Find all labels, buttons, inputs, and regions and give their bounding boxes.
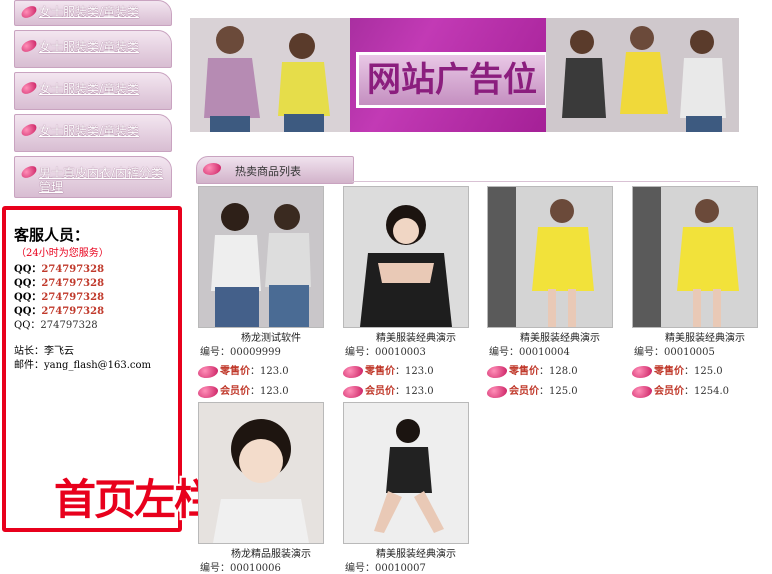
service-title: 客服人员： [14, 226, 90, 244]
banner-model-image [546, 18, 739, 132]
retail-price: 零售价：123.0 [198, 362, 289, 378]
product-name[interactable]: 精美服装经典演示 [343, 545, 489, 560]
category-label[interactable]: 女士服装类/童装类 [39, 124, 167, 138]
category-item[interactable]: 女士服装类/童装类 [14, 0, 172, 26]
product-name[interactable]: 精美服装经典演示 [632, 329, 772, 344]
retail-price: 零售价：125.0 [632, 362, 723, 378]
banner-model-image [190, 18, 350, 132]
member-price: 会员价：123.0 [343, 382, 434, 398]
leaf-bullet-icon [19, 122, 39, 138]
price-tag-icon [198, 365, 218, 378]
leaf-bullet-icon [19, 38, 39, 54]
category-label[interactable]: 女士服装类/童装类 [39, 40, 167, 54]
category-label[interactable]: 女士服装类/童装类 [39, 82, 167, 96]
ad-banner[interactable]: 网站广告位 [190, 18, 739, 132]
price-tag-icon [343, 365, 363, 378]
product-image[interactable] [632, 186, 758, 328]
qq-contact[interactable]: QQ：274797328 [14, 274, 104, 289]
product-sku: 编号：00010004 [489, 347, 570, 358]
price-tag-icon [198, 385, 218, 398]
category-label[interactable]: 男士真皮内衣/内裤分类管理 [39, 166, 167, 194]
product-sku: 编号：00010007 [345, 563, 426, 574]
product-image[interactable] [198, 402, 324, 544]
leaf-bullet-icon [203, 163, 221, 175]
product-name[interactable]: 杨龙测试软件 [198, 329, 344, 344]
product-card[interactable]: 精美服装经典演示 编号：00010003 零售价：123.0 会员价：123.0 [343, 186, 489, 398]
price-tag-icon [632, 385, 652, 398]
member-price: 会员价：1254.0 [632, 382, 729, 398]
qq-contact[interactable]: QQ：274797328 [14, 288, 104, 303]
qq-contact[interactable]: QQ：274797328 [14, 260, 104, 275]
product-image[interactable] [487, 186, 613, 328]
product-card[interactable]: 精美服装经典演示 编号：00010004 零售价：128.0 会员价：125.0 [487, 186, 633, 398]
price-tag-icon [343, 385, 363, 398]
leaf-bullet-icon [19, 80, 39, 96]
category-item[interactable]: 女士服装类/童装类 [14, 72, 172, 110]
product-name[interactable]: 杨龙精品服装演示 [198, 545, 344, 560]
product-image[interactable] [343, 186, 469, 328]
product-card[interactable]: 杨龙测试软件 编号：00009999 零售价：123.0 会员价：123.0 [198, 186, 344, 398]
retail-price: 零售价：123.0 [343, 362, 434, 378]
section-divider [352, 181, 740, 182]
product-sku: 编号：00010003 [345, 347, 426, 358]
product-card[interactable]: 杨龙精品服装演示 编号：00010006 [198, 402, 344, 574]
price-tag-icon [487, 385, 507, 398]
product-sku: 编号：00009999 [200, 347, 281, 358]
email-text: 邮件：yang_flash@163.com [14, 360, 152, 371]
category-item[interactable]: 女士服装类/童装类 [14, 114, 172, 152]
category-item[interactable]: 女士服装类/童装类 [14, 30, 172, 68]
category-label[interactable]: 女士服装类/童装类 [39, 5, 167, 19]
service-subtitle: （24小时为您服务） [16, 248, 109, 259]
product-card[interactable]: 精美服装经典演示 编号：00010005 零售价：125.0 会员价：1254.… [632, 186, 772, 398]
section-header: 热卖商品列表 [196, 156, 354, 184]
webmaster-text: 站长：李飞云 [14, 346, 74, 357]
section-title: 热卖商品列表 [235, 165, 301, 178]
qq-contact[interactable]: QQ：274797328 [14, 316, 98, 331]
product-sku: 编号：00010006 [200, 563, 281, 574]
price-tag-icon [487, 365, 507, 378]
leaf-bullet-icon [19, 4, 39, 20]
qq-contact[interactable]: QQ：274797328 [14, 302, 104, 317]
product-sku: 编号：00010005 [634, 347, 715, 358]
product-card[interactable]: 精美服装经典演示 编号：00010007 [343, 402, 489, 574]
banner-ad-text: 网站广告位 [356, 52, 548, 108]
product-name[interactable]: 精美服装经典演示 [487, 329, 633, 344]
leaf-bullet-icon [19, 164, 39, 180]
price-tag-icon [632, 365, 652, 378]
category-sidebar: 女士服装类/童装类 女士服装类/童装类 女士服装类/童装类 女士服装类/童装类 … [14, 0, 172, 202]
product-name[interactable]: 精美服装经典演示 [343, 329, 489, 344]
member-price: 会员价：125.0 [487, 382, 578, 398]
product-image[interactable] [198, 186, 324, 328]
member-price: 会员价：123.0 [198, 382, 289, 398]
category-item[interactable]: 男士真皮内衣/内裤分类管理 [14, 156, 172, 198]
retail-price: 零售价：128.0 [487, 362, 578, 378]
product-image[interactable] [343, 402, 469, 544]
